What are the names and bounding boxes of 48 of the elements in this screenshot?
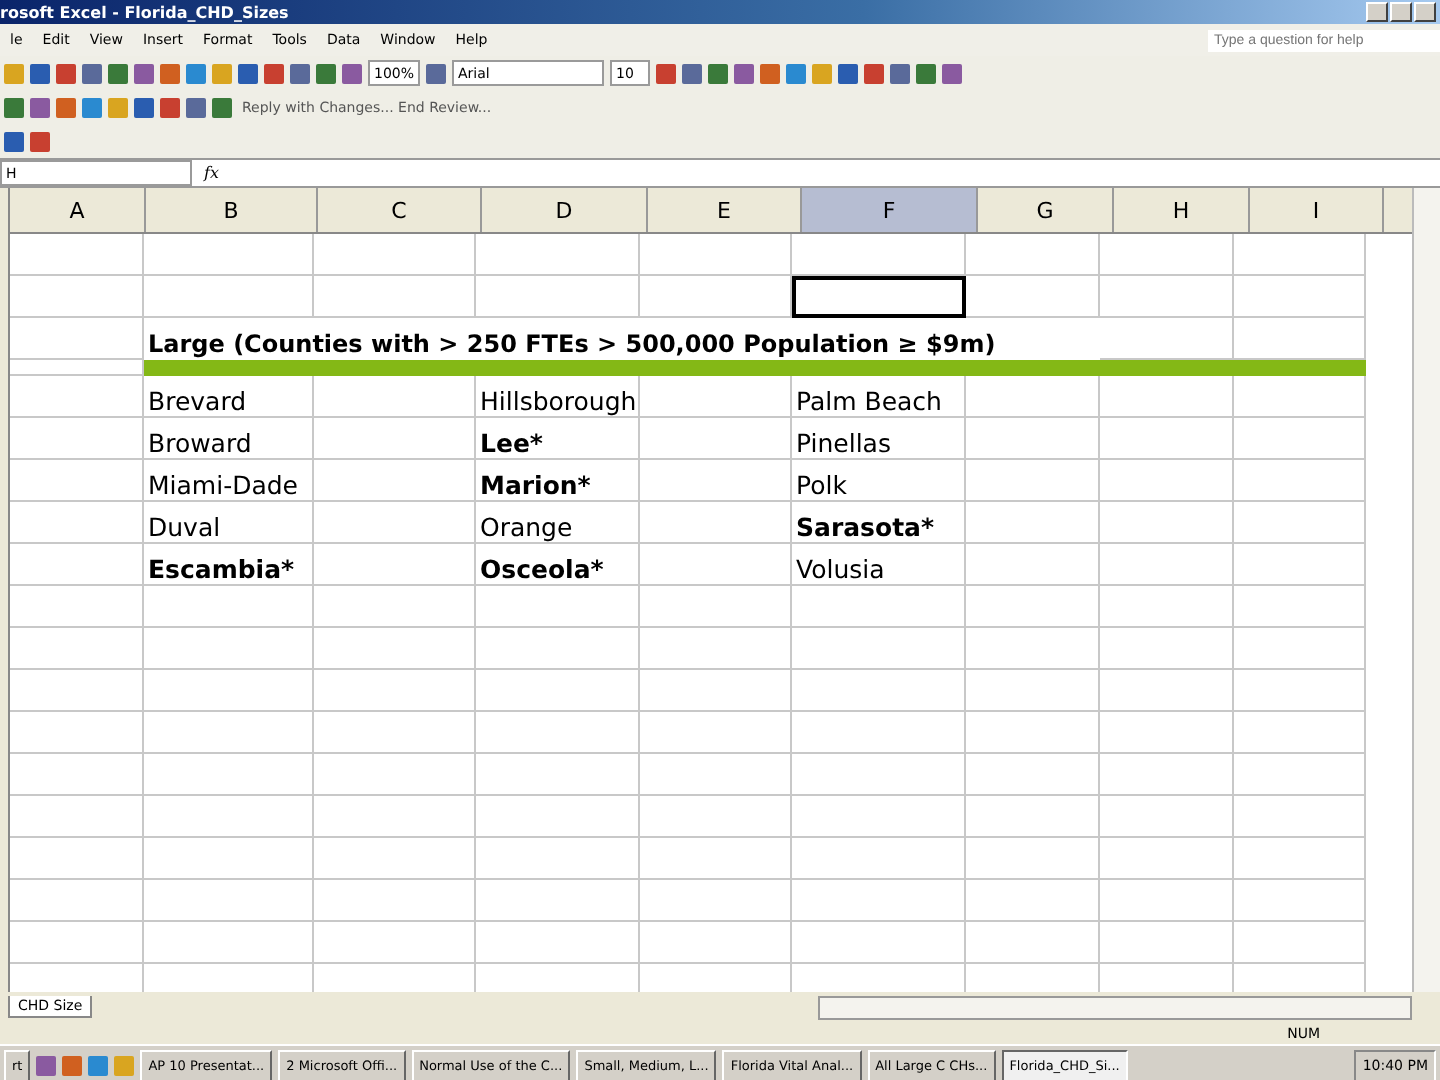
- table-cell-text: Osceola*: [478, 552, 606, 586]
- column-header[interactable]: I: [1250, 188, 1384, 232]
- toolbar-icon[interactable]: [62, 1056, 83, 1076]
- row-header-strip[interactable]: [0, 188, 10, 992]
- toolbar-icon[interactable]: [36, 1056, 57, 1076]
- toolbar-icon[interactable]: [708, 63, 729, 83]
- table-cell-text: Volusia: [794, 552, 887, 586]
- vertical-scrollbar[interactable]: [1412, 188, 1440, 992]
- toolbar-icon[interactable]: [890, 63, 911, 83]
- toolbar-icon[interactable]: [838, 63, 859, 83]
- table-cell-text: Escambia*: [146, 552, 297, 586]
- toolbar-icon[interactable]: [682, 63, 703, 83]
- toolbar-icon[interactable]: [760, 63, 781, 83]
- table-cell-text: Polk: [794, 468, 849, 502]
- column-header[interactable]: B: [146, 188, 318, 232]
- column-header[interactable]: C: [318, 188, 482, 232]
- table-cell-text: Palm Beach: [794, 384, 944, 418]
- column-header[interactable]: G: [978, 188, 1114, 232]
- table-cell-text: Brevard: [146, 384, 249, 418]
- table-cell-text: Marion*: [478, 468, 593, 502]
- toolbar-icon[interactable]: [426, 63, 447, 83]
- table-cell-text: Orange: [478, 510, 575, 544]
- minimize-button[interactable]: [1366, 2, 1388, 22]
- toolbar-icon[interactable]: [864, 63, 885, 83]
- toolbar-icon[interactable]: [916, 63, 937, 83]
- table-title: Large (Counties with > 250 FTEs > 500,000 Population ≥ $9m): [144, 318, 1100, 360]
- toolbar-icon[interactable]: [734, 63, 755, 83]
- column-header[interactable]: D: [482, 188, 648, 232]
- toolbar-icon[interactable]: [786, 63, 807, 83]
- window-title: rosoft Excel - Florida_CHD_Sizes: [0, 3, 289, 21]
- table-cell-text: Sarasota*: [794, 510, 937, 544]
- table-cell-text: Pinellas: [794, 426, 893, 460]
- selected-cell[interactable]: [792, 276, 966, 318]
- table-cell-text: Duval: [146, 510, 223, 544]
- column-header[interactable]: H: [1114, 188, 1250, 232]
- table-cell-text: Hillsborough: [478, 384, 639, 418]
- close-button[interactable]: [1414, 2, 1436, 22]
- maximize-button[interactable]: [1390, 2, 1412, 22]
- horizontal-scrollbar[interactable]: [818, 995, 1412, 1019]
- table-cell-text: Lee*: [478, 426, 545, 460]
- table-cell-text: Miami-Dade: [146, 468, 300, 502]
- column-header[interactable]: A: [10, 188, 146, 232]
- toolbar-icon[interactable]: [656, 63, 677, 83]
- toolbar-icon[interactable]: [88, 1056, 109, 1076]
- toolbar-icon[interactable]: [942, 63, 963, 83]
- column-header[interactable]: F: [802, 188, 978, 232]
- table-cell-text: Broward: [146, 426, 254, 460]
- function-label[interactable]: fx: [204, 164, 219, 182]
